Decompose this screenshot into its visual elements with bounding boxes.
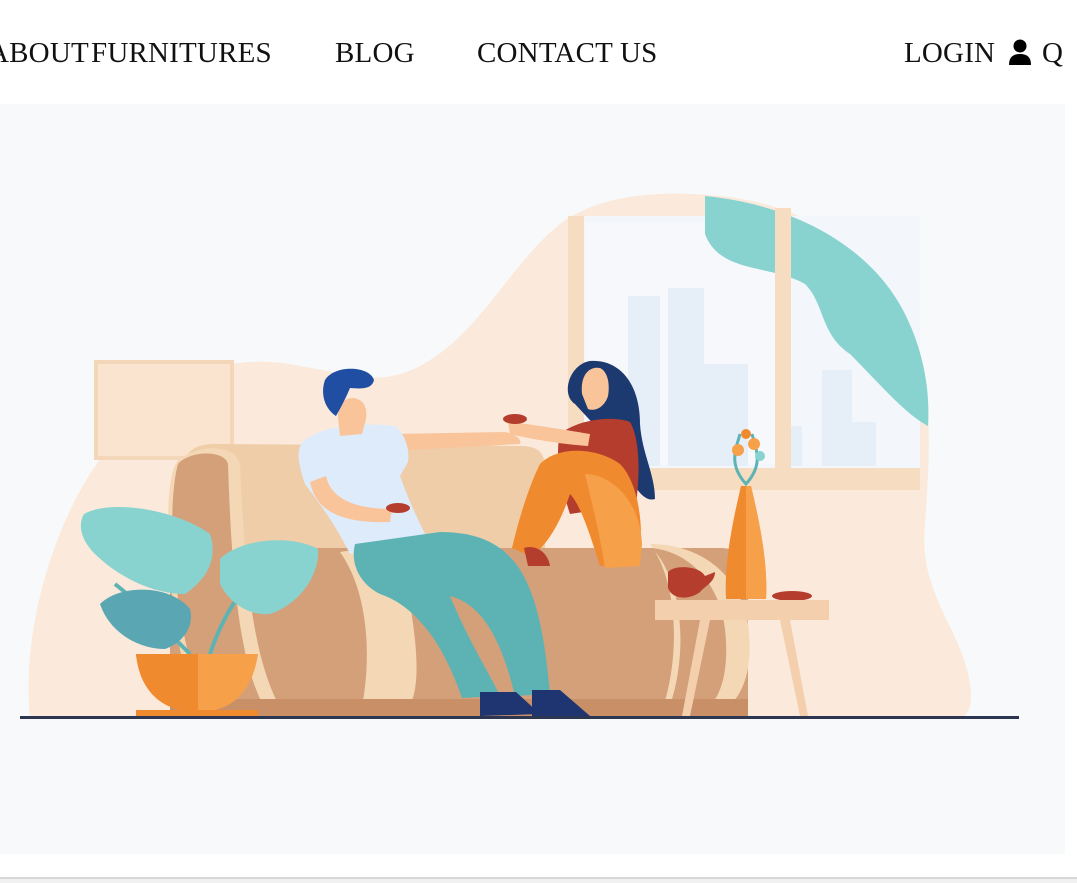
right-gutter bbox=[1065, 104, 1077, 877]
horizontal-scrollbar-track[interactable] bbox=[0, 879, 1077, 883]
nav-link-furnitures[interactable]: FURNITURES bbox=[91, 34, 272, 72]
couple-on-sofa-illustration bbox=[20, 193, 1019, 719]
hero-banner bbox=[0, 104, 1065, 854]
user-icon[interactable] bbox=[1008, 38, 1032, 66]
search-icon[interactable]: Q bbox=[1042, 34, 1063, 72]
top-navigation: ABOUT FURNITURES BLOG CONTACT US LOGIN Q bbox=[0, 0, 1077, 104]
wall-frame bbox=[94, 360, 234, 460]
nav-link-contact-us[interactable]: CONTACT US bbox=[477, 34, 657, 72]
nav-link-blog[interactable]: BLOG bbox=[335, 34, 415, 72]
nav-link-about[interactable]: ABOUT bbox=[0, 34, 89, 72]
login-link[interactable]: LOGIN bbox=[904, 34, 995, 72]
floor-line bbox=[20, 716, 1019, 719]
